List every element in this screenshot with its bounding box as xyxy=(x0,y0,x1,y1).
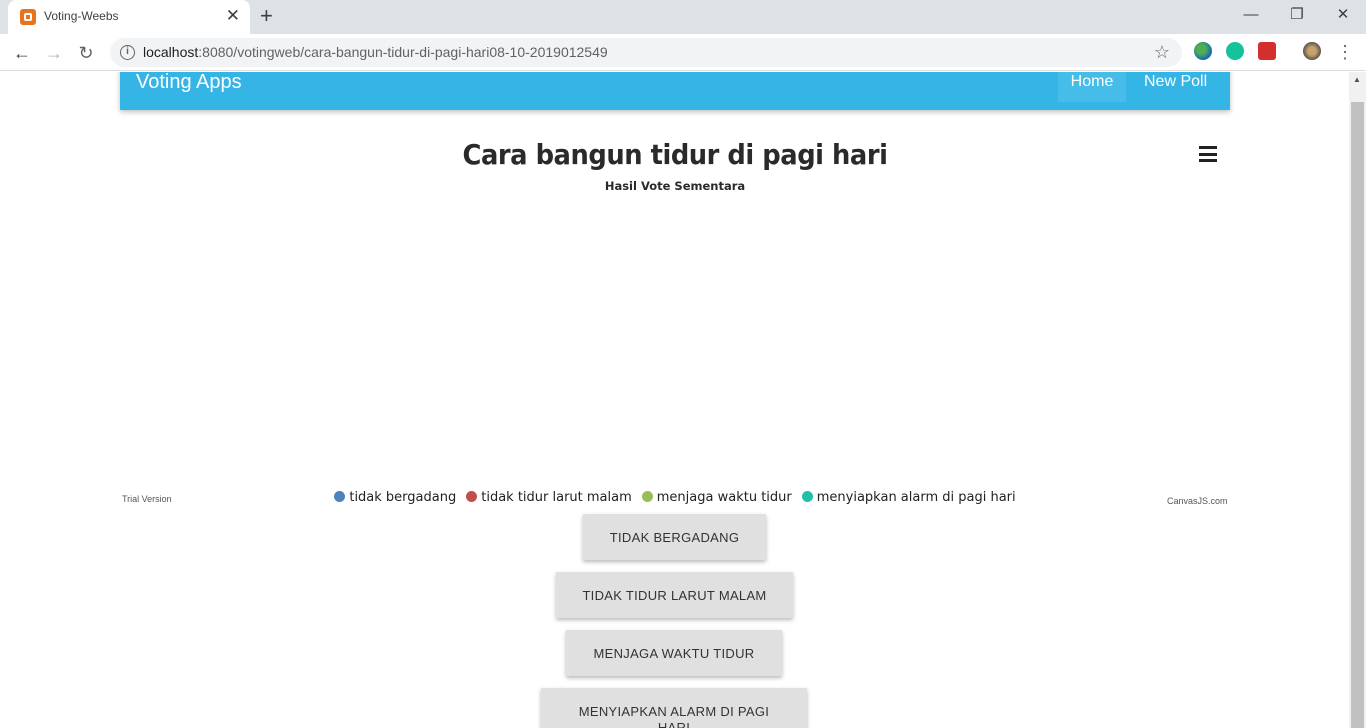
legend-item[interactable]: tidak bergadang xyxy=(334,490,456,505)
legend-item[interactable]: menjaga waktu tidur xyxy=(641,490,792,505)
vote-button-tidak-bergadang[interactable]: TIDAK BERGADANG xyxy=(583,514,766,560)
xampp-favicon-icon xyxy=(20,9,36,25)
profile-avatar[interactable] xyxy=(1303,42,1321,60)
legend-label: menyiapkan alarm di pagi hari xyxy=(816,490,1016,505)
legend-label: tidak tidur larut malam xyxy=(481,490,632,505)
nav-link-new-poll[interactable]: New Poll xyxy=(1144,72,1207,102)
window-close-icon[interactable]: ✕ xyxy=(1320,4,1366,28)
vote-button-tidak-tidur-larut-malam[interactable]: TIDAK TIDUR LARUT MALAM xyxy=(556,572,793,618)
tab-title: Voting-Weebs xyxy=(44,9,119,23)
extension-red-icon[interactable] xyxy=(1258,42,1276,60)
brand-logo[interactable]: Voting Apps xyxy=(136,72,242,94)
legend-label: tidak bergadang xyxy=(349,490,457,505)
url-path: :8080/votingweb/cara-bangun-tidur-di-pag… xyxy=(198,44,608,60)
page-scrollbar[interactable]: ▲ xyxy=(1349,72,1366,728)
pie-chart-area xyxy=(120,202,1230,482)
extension-globe-icon[interactable] xyxy=(1194,42,1212,60)
legend-marker xyxy=(334,491,346,502)
browser-menu-icon[interactable]: ⋮ xyxy=(1336,39,1354,65)
new-tab-icon[interactable]: + xyxy=(260,5,273,27)
vote-button-label: MENJAGA WAKTU TIDUR xyxy=(593,646,755,661)
chart-title: Cara bangun tidur di pagi hari xyxy=(462,138,888,171)
back-icon[interactable]: ← xyxy=(9,40,35,66)
browser-tab[interactable]: Voting-Weebs ✕ xyxy=(8,0,250,34)
legend-item[interactable]: menyiapkan alarm di pagi hari xyxy=(801,490,1016,505)
chart-menu-icon[interactable] xyxy=(1199,146,1217,162)
url-text[interactable]: localhost:8080/votingweb/cara-bangun-tid… xyxy=(143,44,608,60)
restore-icon[interactable]: ❐ xyxy=(1274,4,1320,28)
vote-button-label: TIDAK BERGADANG xyxy=(609,530,740,545)
legend-marker xyxy=(801,491,813,502)
legend-label: menjaga waktu tidur xyxy=(656,490,792,505)
minimize-icon[interactable]: — xyxy=(1228,4,1274,28)
app-navbar: Voting Apps Home New Poll xyxy=(120,72,1230,110)
reload-icon[interactable]: ↻ xyxy=(73,40,99,66)
vote-button-menjaga-waktu-tidur[interactable]: MENJAGA WAKTU TIDUR xyxy=(566,630,782,676)
chart-subtitle: Hasil Vote Sementara xyxy=(604,179,746,193)
chart-legend: tidak bergadang tidak tidur larut malam me… xyxy=(120,490,1230,505)
scrollbar-thumb[interactable] xyxy=(1351,102,1364,728)
site-info-icon[interactable]: i xyxy=(120,45,135,60)
browser-toolbar: ← → ↻ i localhost:8080/votingweb/cara-ba… xyxy=(0,34,1366,71)
close-tab-icon[interactable]: ✕ xyxy=(226,7,240,25)
browser-tab-strip: Voting-Weebs ✕ + — ❐ ✕ xyxy=(0,0,1366,34)
legend-marker xyxy=(641,491,653,502)
bookmark-star-icon[interactable]: ☆ xyxy=(1154,42,1170,63)
vote-button-label: TIDAK TIDUR LARUT MALAM xyxy=(582,588,767,603)
forward-icon[interactable]: → xyxy=(41,40,67,66)
legend-marker xyxy=(466,491,478,502)
scroll-up-arrow-icon[interactable]: ▲ xyxy=(1353,75,1361,84)
url-host: localhost xyxy=(143,44,199,60)
address-bar[interactable]: i localhost:8080/votingweb/cara-bangun-t… xyxy=(110,38,1182,67)
grammarly-extension-icon[interactable] xyxy=(1226,42,1244,60)
vote-button-menyiapkan-alarm[interactable]: MENYIAPKAN ALARM DI PAGI HARI xyxy=(541,688,807,728)
page-viewport: Voting Apps Home New Poll Cara bangun ti… xyxy=(0,72,1366,728)
nav-link-home[interactable]: Home xyxy=(1058,72,1126,102)
vote-button-label: MENYIAPKAN ALARM DI PAGI HARI xyxy=(578,704,770,728)
legend-item[interactable]: tidak tidur larut malam xyxy=(466,490,632,505)
